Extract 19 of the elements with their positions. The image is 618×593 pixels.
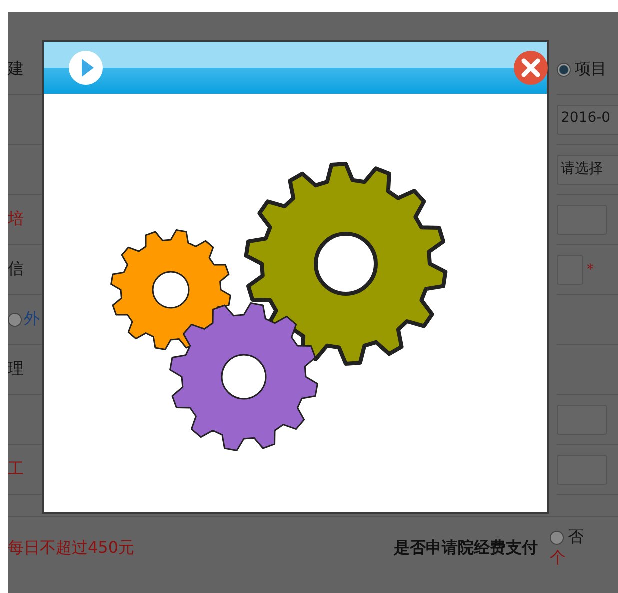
form-note: 每日不超过450元 [8,538,136,558]
radio-button[interactable] [8,312,22,326]
radio-button[interactable] [557,62,571,76]
form-label: 建 [8,59,24,80]
close-icon[interactable] [513,50,549,86]
form-note: 培 [8,209,24,230]
input-field[interactable]: 2016-0 [557,104,618,134]
unit-label: 个 [550,548,567,569]
radio-button[interactable] [550,530,564,544]
form-label: 信 [8,259,24,280]
radio-label: 否 [568,527,584,548]
play-icon[interactable] [68,50,104,86]
radio-label: 项目 [575,59,607,80]
form-label: 理 [8,359,24,380]
form-label: 是否申请院经费支付 [393,538,538,558]
radio-label: 外 [24,309,40,330]
form-note: 工 [8,459,24,480]
select-dropdown[interactable]: 请选择 [557,154,618,184]
required-mark: * [587,262,594,278]
